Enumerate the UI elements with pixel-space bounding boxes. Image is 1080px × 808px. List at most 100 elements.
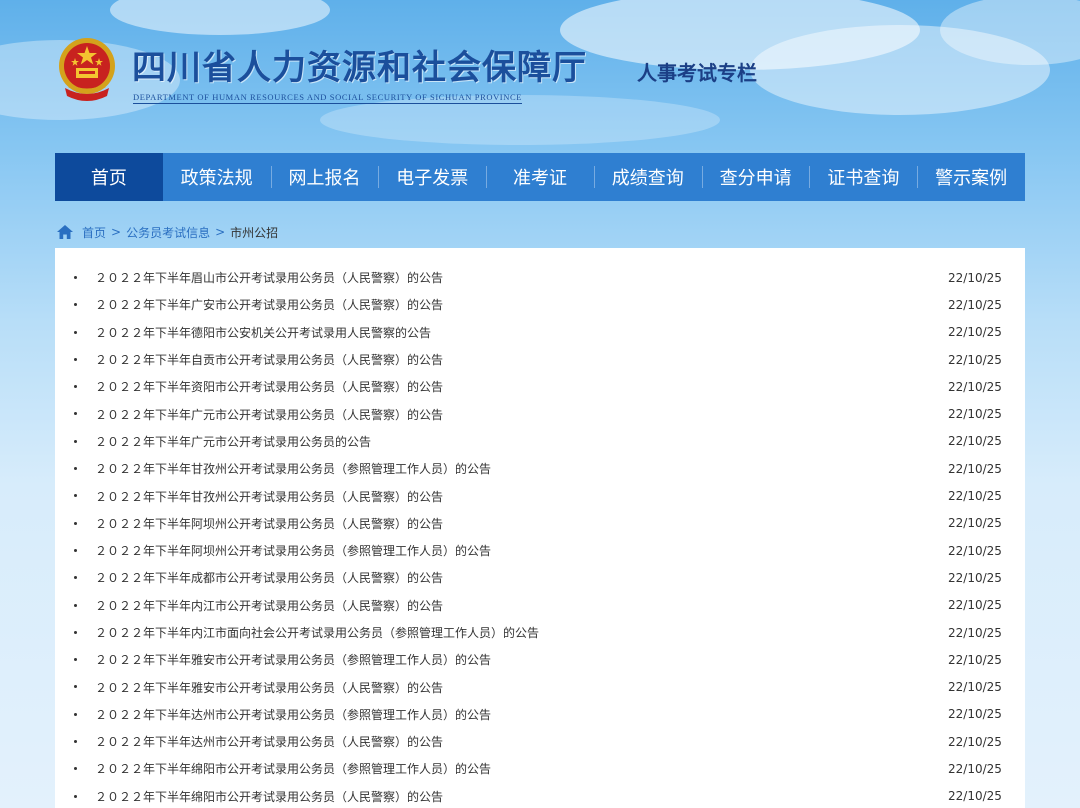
bullet-icon	[74, 576, 77, 580]
list-item: ２０２２年下半年眉山市公开考试录用公务员（人民警察）的公告 22/10/25	[55, 264, 1025, 291]
nav-item-home[interactable]: 首页	[55, 153, 163, 201]
site-header: 四川省人力资源和社会保障厅 DEPARTMENT OF HUMAN RESOUR…	[0, 0, 1080, 150]
bullet-icon	[74, 767, 77, 771]
announcement-list: ２０２２年下半年眉山市公开考试录用公务员（人民警察）的公告 22/10/25 ２０２…	[55, 248, 1025, 808]
list-item: ２０２２年下半年达州市公开考试录用公务员（参照管理工作人员）的公告 22/10/2…	[55, 701, 1025, 728]
bullet-icon	[74, 276, 77, 279]
bullet-icon	[74, 658, 77, 662]
bullet-icon	[74, 439, 77, 443]
nav-item-admission-ticket[interactable]: 准考证	[486, 153, 594, 201]
list-item: ２０２２年下半年内江市公开考试录用公务员（人民警察）的公告 22/10/25	[55, 592, 1025, 619]
bullet-icon	[74, 630, 77, 634]
bullet-icon	[74, 357, 77, 361]
bullet-icon	[74, 685, 77, 689]
announcement-date: 22/10/25	[948, 707, 1002, 722]
announcement-link[interactable]: ２０２２年下半年成都市公开考试录用公务员（人民警察）的公告	[95, 569, 443, 586]
nav-item-certificate-query[interactable]: 证书查询	[809, 153, 917, 201]
nav-item-warning-cases[interactable]: 警示案例	[917, 153, 1025, 201]
list-item: ２０２２年下半年自贡市公开考试录用公务员（人民警察）的公告 22/10/25	[55, 346, 1025, 373]
announcement-date: 22/10/25	[948, 461, 1002, 476]
announcement-link[interactable]: ２０２２年下半年资阳市公开考试录用公务员（人民警察）的公告	[95, 378, 443, 395]
announcement-link[interactable]: ２０２２年下半年内江市面向社会公开考试录用公务员（参照管理工作人员）的公告	[95, 624, 539, 641]
bullet-icon	[74, 548, 77, 552]
nav-item-score-query[interactable]: 成绩查询	[593, 153, 702, 201]
announcement-date: 22/10/25	[948, 270, 1002, 285]
national-emblem-logo	[59, 38, 115, 101]
list-item: ２０２２年下半年甘孜州公开考试录用公务员（人民警察）的公告 22/10/25	[55, 482, 1025, 509]
list-item: ２０２２年下半年雅安市公开考试录用公务员（人民警察）的公告 22/10/25	[55, 673, 1025, 700]
bullet-icon	[74, 494, 77, 498]
announcement-link[interactable]: ２０２２年下半年广元市公开考试录用公务员的公告	[95, 433, 371, 450]
announcement-date: 22/10/25	[948, 325, 1002, 340]
bullet-icon	[74, 385, 77, 389]
announcement-date: 22/10/25	[948, 652, 1002, 667]
home-icon	[57, 225, 73, 239]
bullet-icon	[74, 412, 77, 416]
announcement-link[interactable]: ２０２２年下半年眉山市公开考试录用公务员（人民警察）的公告	[95, 269, 443, 286]
bullet-icon	[74, 740, 77, 744]
announcement-date: 22/10/25	[948, 516, 1002, 531]
announcement-link[interactable]: ２０２２年下半年绵阳市公开考试录用公务员（参照管理工作人员）的公告	[95, 760, 491, 777]
nav-item-score-review[interactable]: 查分申请	[701, 153, 810, 201]
site-subtitle: DEPARTMENT OF HUMAN RESOURCES AND SOCIAL…	[133, 92, 523, 104]
announcement-link[interactable]: ２０２２年下半年广元市公开考试录用公务员（人民警察）的公告	[95, 406, 443, 423]
announcement-link[interactable]: ２０２２年下半年甘孜州公开考试录用公务员（人民警察）的公告	[95, 488, 443, 505]
bullet-icon	[74, 330, 77, 334]
list-item: ２０２２年下半年阿坝州公开考试录用公务员（参照管理工作人员）的公告 22/10/2…	[55, 537, 1025, 564]
announcement-link[interactable]: ２０２２年下半年德阳市公安机关公开考试录用人民警察的公告	[95, 324, 431, 341]
content-panel: ２０２２年下半年眉山市公开考试录用公务员（人民警察）的公告 22/10/25 ２０２…	[55, 248, 1025, 808]
announcement-date: 22/10/25	[948, 352, 1002, 367]
bullet-icon	[74, 521, 77, 525]
list-item: ２０２２年下半年资阳市公开考试录用公务员（人民警察）的公告 22/10/25	[55, 373, 1025, 400]
announcement-link[interactable]: ２０２２年下半年甘孜州公开考试录用公务员（参照管理工作人员）的公告	[95, 460, 491, 477]
announcement-date: 22/10/25	[948, 789, 1002, 804]
bullet-icon	[74, 712, 77, 716]
breadcrumb: 首页 > 公务员考试信息 > 市州公招	[57, 222, 278, 242]
nav-item-policies[interactable]: 政策法规	[163, 153, 271, 201]
breadcrumb-current: 市州公招	[230, 225, 279, 240]
announcement-link[interactable]: ２０２２年下半年雅安市公开考试录用公务员（参照管理工作人员）的公告	[95, 651, 491, 668]
announcement-date: 22/10/25	[948, 570, 1002, 585]
breadcrumb-civil-servant-link[interactable]: 公务员考试信息	[126, 224, 210, 241]
bullet-icon	[74, 303, 77, 307]
announcement-date: 22/10/25	[948, 543, 1002, 558]
announcement-date: 22/10/25	[948, 434, 1002, 449]
list-item: ２０２２年下半年阿坝州公开考试录用公务员（人民警察）的公告 22/10/25	[55, 510, 1025, 537]
bullet-icon	[74, 794, 77, 798]
announcement-date: 22/10/25	[948, 297, 1002, 312]
column-title: 人事考试专栏	[637, 61, 757, 85]
announcement-date: 22/10/25	[948, 598, 1002, 613]
announcement-date: 22/10/25	[948, 489, 1002, 504]
announcement-date: 22/10/25	[948, 379, 1002, 394]
breadcrumb-home-link[interactable]: 首页	[82, 224, 106, 241]
announcement-link[interactable]: ２０２２年下半年广安市公开考试录用公务员（人民警察）的公告	[95, 296, 443, 313]
announcement-link[interactable]: ２０２２年下半年达州市公开考试录用公务员（人民警察）的公告	[95, 733, 443, 750]
announcement-date: 22/10/25	[948, 625, 1002, 640]
nav-item-online-registration[interactable]: 网上报名	[270, 153, 379, 201]
list-item: ２０２２年下半年绵阳市公开考试录用公务员（参照管理工作人员）的公告 22/10/2…	[55, 755, 1025, 782]
list-item: ２０２２年下半年成都市公开考试录用公务员（人民警察）的公告 22/10/25	[55, 564, 1025, 591]
announcement-link[interactable]: ２０２２年下半年雅安市公开考试录用公务员（人民警察）的公告	[95, 679, 443, 696]
list-item: ２０２２年下半年绵阳市公开考试录用公务员（人民警察）的公告 22/10/25	[55, 783, 1025, 808]
announcement-date: 22/10/25	[948, 407, 1002, 422]
announcement-link[interactable]: ２０２２年下半年达州市公开考试录用公务员（参照管理工作人员）的公告	[95, 706, 491, 723]
main-nav: 首页 政策法规 网上报名 电子发票 准考证 成绩查询 查分申请 证书查询 警示案…	[55, 153, 1025, 201]
announcement-link[interactable]: ２０２２年下半年阿坝州公开考试录用公务员（参照管理工作人员）的公告	[95, 542, 491, 559]
list-item: ２０２２年下半年甘孜州公开考试录用公务员（参照管理工作人员）的公告 22/10/2…	[55, 455, 1025, 482]
list-item: ２０２２年下半年内江市面向社会公开考试录用公务员（参照管理工作人员）的公告 22/…	[55, 619, 1025, 646]
list-item: ２０２２年下半年广元市公开考试录用公务员的公告 22/10/25	[55, 428, 1025, 455]
list-item: ２０２２年下半年广安市公开考试录用公务员（人民警察）的公告 22/10/25	[55, 291, 1025, 318]
announcement-date: 22/10/25	[948, 761, 1002, 776]
announcement-link[interactable]: ２０２２年下半年自贡市公开考试录用公务员（人民警察）的公告	[95, 351, 443, 368]
list-item: ２０２２年下半年雅安市公开考试录用公务员（参照管理工作人员）的公告 22/10/2…	[55, 646, 1025, 673]
bullet-icon	[74, 467, 77, 471]
list-item: ２０２２年下半年德阳市公安机关公开考试录用人民警察的公告 22/10/25	[55, 319, 1025, 346]
list-item: ２０２２年下半年达州市公开考试录用公务员（人民警察）的公告 22/10/25	[55, 728, 1025, 755]
announcement-link[interactable]: ２０２２年下半年内江市公开考试录用公务员（人民警察）的公告	[95, 597, 443, 614]
breadcrumb-separator: >	[111, 225, 122, 239]
nav-item-e-invoice[interactable]: 电子发票	[378, 153, 486, 201]
site-title: 四川省人力资源和社会保障厅	[132, 48, 587, 88]
announcement-link[interactable]: ２０２２年下半年阿坝州公开考试录用公务员（人民警察）的公告	[95, 515, 443, 532]
announcement-link[interactable]: ２０２２年下半年绵阳市公开考试录用公务员（人民警察）的公告	[95, 788, 443, 805]
announcement-date: 22/10/25	[948, 734, 1002, 749]
